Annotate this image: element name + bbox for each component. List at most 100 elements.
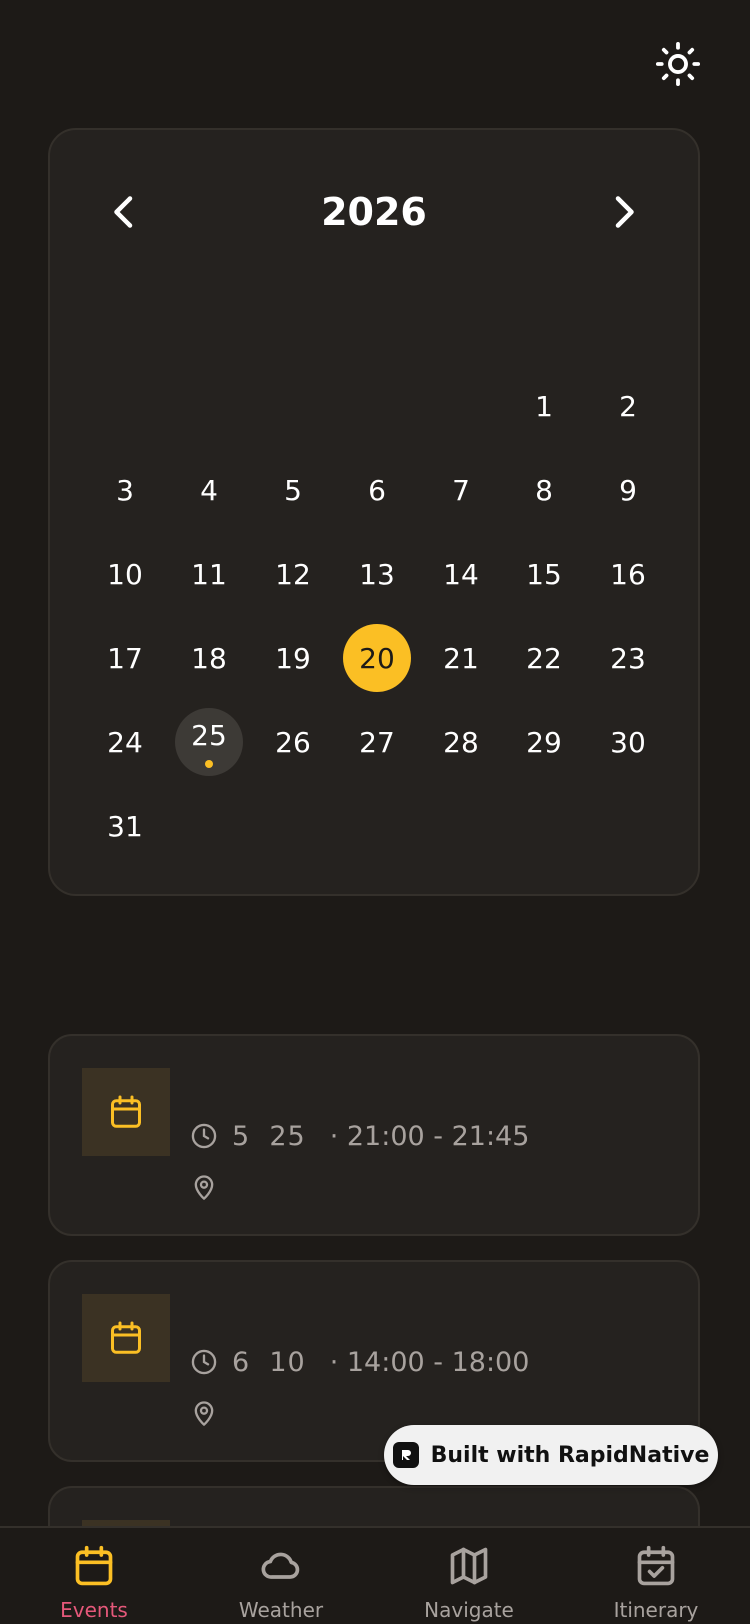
day-cell[interactable]: 9: [594, 456, 662, 524]
location-pin-icon: [194, 1175, 214, 1200]
badge-label: Built with RapidNative: [430, 1442, 710, 1468]
next-year-button[interactable]: [596, 184, 652, 240]
day-cell[interactable]: 12: [259, 540, 327, 608]
tab-navigate[interactable]: Navigate: [399, 1544, 539, 1622]
tab-label: Weather: [238, 1598, 324, 1622]
day-number: 16: [610, 557, 646, 591]
tab-weather[interactable]: Weather: [211, 1544, 351, 1622]
day-number: 14: [443, 557, 479, 591]
day-cell[interactable]: 30: [594, 708, 662, 776]
tab-label: Navigate: [424, 1598, 514, 1622]
scroll-content[interactable]: 2026 1 2 3 4 5 6 7 8 9 10 11 12 13 14 15 16 17 18 19 20 21 22…: [0, 0, 750, 1526]
day-number: 2: [619, 389, 637, 423]
day-cell[interactable]: 4: [175, 456, 243, 524]
day-cell[interactable]: 31: [91, 792, 159, 860]
event-time-row: 6 10 · 14:00 - 18:00: [190, 1344, 529, 1380]
event-time: · 14:00 - 18:00: [329, 1346, 530, 1378]
day-cell[interactable]: 27: [343, 708, 411, 776]
location-pin-icon: [194, 1401, 214, 1426]
day-number: 31: [107, 809, 143, 843]
calendar-icon: [111, 1095, 141, 1128]
cloud-icon: [261, 1552, 300, 1579]
day-cell[interactable]: 11: [175, 540, 243, 608]
day-cell[interactable]: 1: [510, 372, 578, 440]
day-number: 13: [359, 557, 395, 591]
built-with-badge[interactable]: Built with RapidNative: [384, 1425, 718, 1485]
calendar-check-icon: [637, 1545, 675, 1586]
day-cell[interactable]: 28: [427, 708, 495, 776]
day-number: 15: [526, 557, 562, 591]
day-number: 6: [368, 473, 386, 507]
calendar-icon: [111, 1321, 141, 1354]
day-number: 1: [535, 389, 553, 423]
day-number: 29: [526, 725, 562, 759]
calendar-header: 2026: [50, 174, 698, 254]
day-number: 11: [191, 557, 227, 591]
day-cell[interactable]: 3: [91, 456, 159, 524]
day-cell[interactable]: 25: [175, 708, 243, 776]
tab-itinerary[interactable]: Itinerary: [586, 1544, 726, 1622]
day-cell[interactable]: 23: [594, 624, 662, 692]
day-number: 25: [191, 718, 227, 752]
event-card[interactable]: [48, 1486, 700, 1526]
day-number: 12: [275, 557, 311, 591]
tab-label: Itinerary: [613, 1598, 699, 1622]
day-cell[interactable]: 14: [427, 540, 495, 608]
day-cell[interactable]: 16: [594, 540, 662, 608]
day-number: 5: [284, 473, 302, 507]
event-time-row: 5 25 · 21:00 - 21:45: [190, 1118, 529, 1154]
chevron-right-icon: [615, 196, 634, 228]
day-number: 22: [526, 641, 562, 675]
map-icon: [450, 1547, 488, 1585]
day-number: 20: [359, 641, 395, 675]
day-cell[interactable]: 24: [91, 708, 159, 776]
event-location-row: [190, 1395, 218, 1431]
day-cell[interactable]: 19: [259, 624, 327, 692]
day-cell[interactable]: 29: [510, 708, 578, 776]
day-number: 23: [610, 641, 646, 675]
day-number: 28: [443, 725, 479, 759]
day-number: 10: [107, 557, 143, 591]
day-number: 30: [610, 725, 646, 759]
event-date: 5 25: [232, 1120, 306, 1152]
event-icon-box: [82, 1294, 170, 1382]
event-icon-box: [82, 1068, 170, 1156]
bottom-tab-bar: Events Weather Navigate Itinerary: [0, 1526, 750, 1624]
day-cell[interactable]: 10: [91, 540, 159, 608]
day-cell[interactable]: 5: [259, 456, 327, 524]
event-card[interactable]: 5 25 · 21:00 - 21:45: [48, 1034, 700, 1236]
day-cell[interactable]: 21: [427, 624, 495, 692]
day-number: 4: [200, 473, 218, 507]
day-number: 21: [443, 641, 479, 675]
clock-icon: [191, 1123, 217, 1149]
day-cell[interactable]: 13: [343, 540, 411, 608]
event-time: · 21:00 - 21:45: [329, 1120, 530, 1152]
day-cell[interactable]: 26: [259, 708, 327, 776]
day-number: 8: [535, 473, 553, 507]
clock-icon: [191, 1349, 217, 1375]
day-number: 7: [452, 473, 470, 507]
day-number: 27: [359, 725, 395, 759]
day-number: 3: [116, 473, 134, 507]
day-cell[interactable]: 7: [427, 456, 495, 524]
rapidnative-logo-icon: [392, 1442, 419, 1468]
day-cell[interactable]: 8: [510, 456, 578, 524]
day-cell[interactable]: 6: [343, 456, 411, 524]
calendar-icon: [75, 1545, 113, 1586]
day-cell[interactable]: 20: [343, 624, 411, 692]
day-number: 9: [619, 473, 637, 507]
calendar-card: 2026 1 2 3 4 5 6 7 8 9 10 11 12 13 14 15 16 17 18 19 20 21 22…: [48, 128, 700, 896]
day-number: 26: [275, 725, 311, 759]
day-cell[interactable]: 15: [510, 540, 578, 608]
day-cell[interactable]: 2: [594, 372, 662, 440]
event-location-row: [190, 1169, 218, 1205]
event-indicator-dot: [205, 760, 213, 768]
day-number: 18: [191, 641, 227, 675]
day-number: 17: [107, 641, 143, 675]
day-number: 19: [275, 641, 311, 675]
day-cell[interactable]: 17: [91, 624, 159, 692]
tab-events[interactable]: Events: [24, 1544, 164, 1622]
day-cell[interactable]: 22: [510, 624, 578, 692]
event-date: 6 10: [232, 1346, 306, 1378]
day-cell[interactable]: 18: [175, 624, 243, 692]
